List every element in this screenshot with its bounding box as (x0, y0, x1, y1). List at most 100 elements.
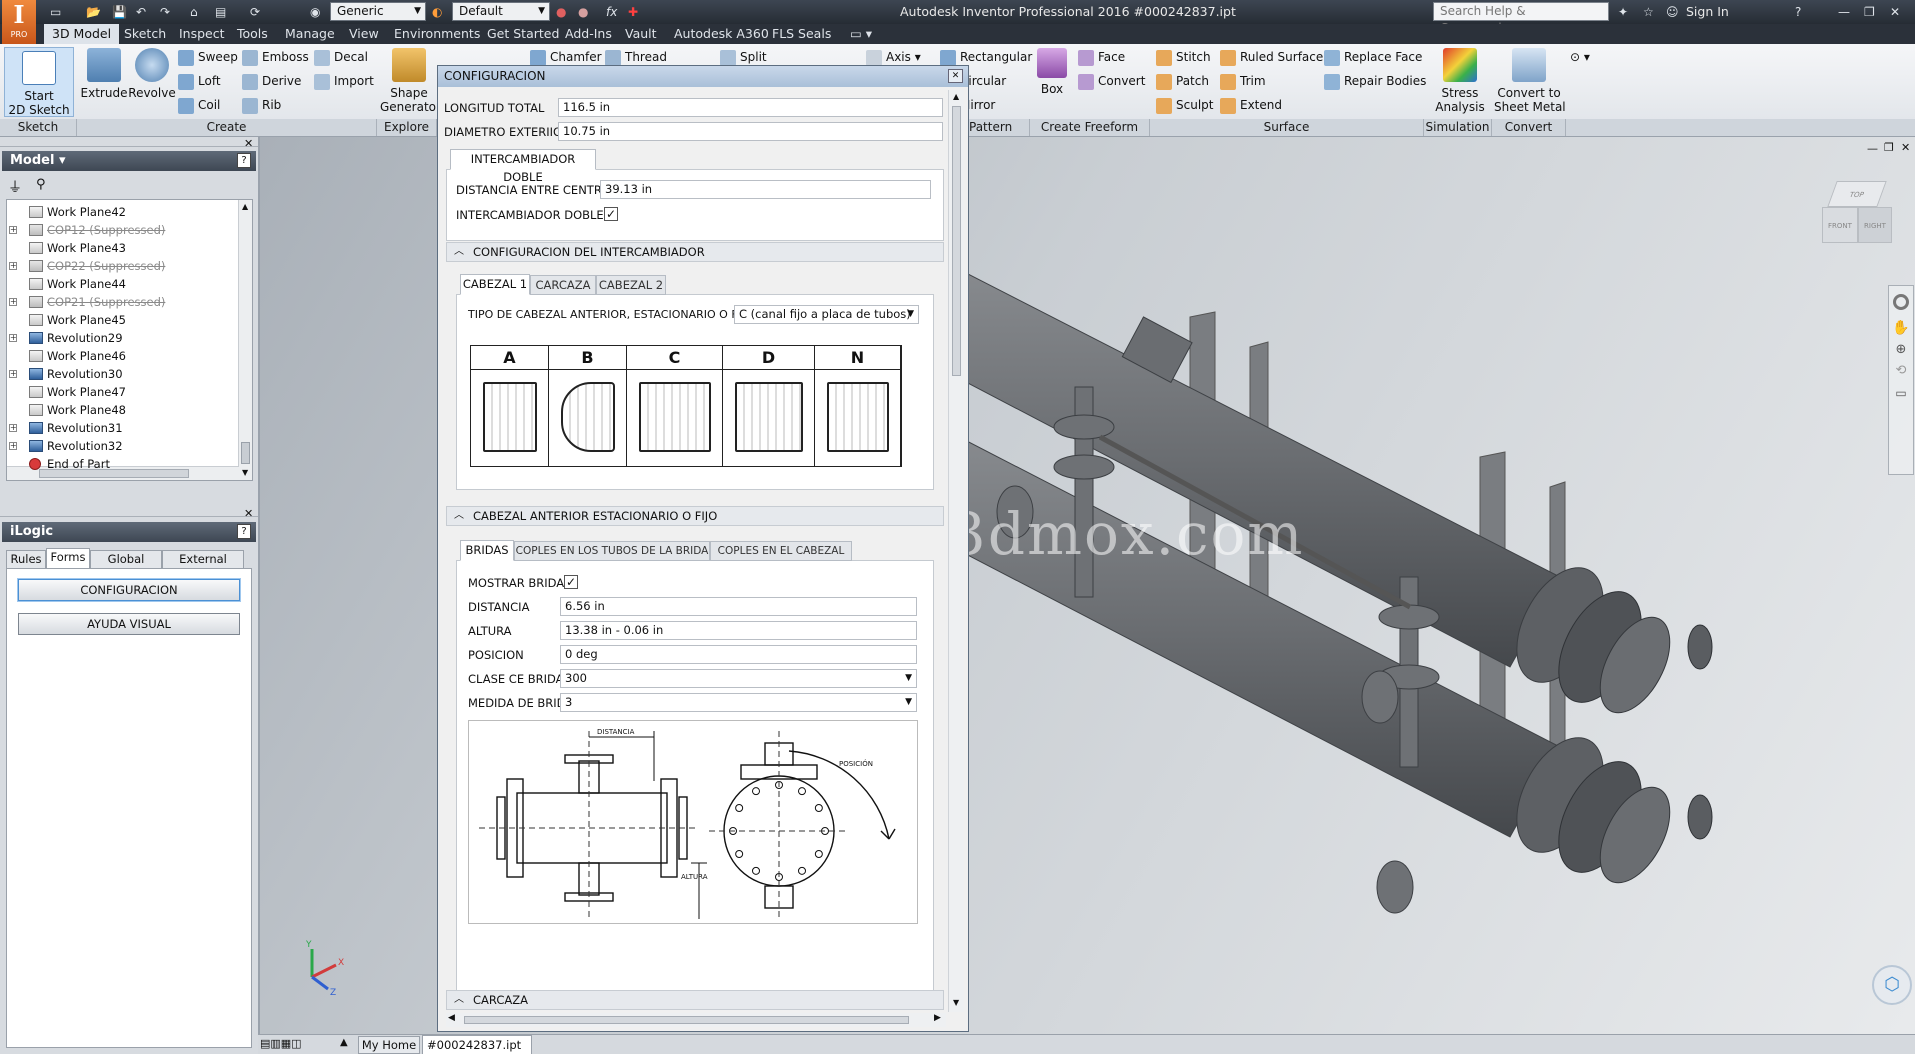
expand-icon[interactable]: + (9, 334, 17, 342)
new-icon[interactable]: ▭ (50, 3, 61, 21)
expand-icon[interactable]: + (9, 226, 17, 234)
open-icon[interactable]: 📂 (86, 3, 101, 21)
extrude-button[interactable]: Extrude (80, 48, 128, 100)
clear-appearance-icon[interactable]: ● (556, 3, 566, 21)
convert-sheet-metal-button[interactable]: Convert to Sheet Metal (1494, 48, 1566, 114)
dialog-vscrollbar[interactable]: ▲ ▼ (948, 90, 964, 1012)
app-logo-button[interactable]: I PRO (2, 0, 36, 44)
tab-inspect[interactable]: Inspect (179, 26, 225, 42)
fx-icon[interactable]: fx (606, 3, 617, 21)
box-button[interactable]: Box (1032, 48, 1072, 96)
ayuda-visual-button[interactable]: AYUDA VISUAL (18, 613, 240, 635)
up-arrow-icon[interactable]: ▲ (953, 92, 959, 101)
tab-add-ins[interactable]: Add-Ins (565, 26, 612, 42)
decal-button[interactable]: Decal (314, 49, 368, 66)
expand-icon[interactable]: + (9, 424, 17, 432)
tab-cabezal-1[interactable]: CABEZAL 1 (460, 274, 530, 295)
stitch-button[interactable]: Stitch (1156, 49, 1211, 66)
tab-view[interactable]: View (349, 26, 379, 42)
posicion-input[interactable]: 0 deg (560, 645, 917, 664)
tab-sketch[interactable]: Sketch (124, 26, 166, 42)
tab-fls-seals[interactable]: FLS Seals (772, 26, 831, 42)
steering-wheel-icon[interactable] (1893, 294, 1909, 310)
model-panel-title[interactable]: Model ▾ (2, 151, 256, 171)
tab-rules[interactable]: Rules (6, 550, 46, 569)
search-input[interactable]: Search Help & Commands... (1433, 2, 1609, 35)
up-arrow-icon[interactable]: ▲ (242, 202, 248, 211)
ribbon-more-button[interactable]: ⊙ ▾ (1570, 49, 1590, 65)
ruled-surface-button[interactable]: Ruled Surface (1220, 49, 1323, 66)
tab-tools[interactable]: Tools (237, 26, 268, 42)
trim-button[interactable]: Trim (1220, 73, 1266, 90)
doble-checkbox[interactable]: ✓ (604, 207, 618, 221)
altura-input[interactable]: 13.38 in - 0.06 in (560, 621, 917, 640)
undo-icon[interactable]: ↶ (136, 3, 146, 21)
tab-bridas[interactable]: BRIDAS (460, 540, 514, 561)
thread-button[interactable]: Thread (605, 49, 667, 66)
section-carcaza-header[interactable]: ︿ CARCAZA (446, 990, 944, 1010)
help-icon[interactable]: ? (1795, 3, 1801, 21)
stress-analysis-button[interactable]: Stress Analysis (1430, 48, 1490, 114)
appearance-combo[interactable]: Default ▼ (452, 2, 550, 21)
tab-3d-model[interactable]: 3D Model (44, 24, 120, 44)
find-icon[interactable]: ⚲ (36, 177, 46, 192)
tab-global-forms[interactable]: Global Forms (90, 550, 162, 583)
tab-external-rules[interactable]: External Rules (162, 550, 244, 583)
repair-bodies-button[interactable]: Repair Bodies (1324, 73, 1426, 90)
scroll-thumb[interactable] (241, 442, 250, 464)
material-combo[interactable]: Generic ▼ (330, 2, 426, 21)
replace-face-button[interactable]: Replace Face (1324, 49, 1422, 66)
convert-button[interactable]: Convert (1078, 73, 1145, 90)
tab-coples-cabezal[interactable]: COPLES EN EL CABEZAL (710, 541, 852, 561)
distancia-input[interactable]: 6.56 in (560, 597, 917, 616)
tree-scrollbar[interactable]: ▲ ▼ (238, 200, 252, 480)
tab-carcaza[interactable]: CARCAZA (530, 275, 596, 295)
viewcube[interactable]: TOP FRONT RIGHT (1820, 181, 1894, 255)
tab-file[interactable]: #000242837.ipt ✕ (422, 1035, 532, 1054)
left-arrow-icon[interactable]: ◀ (448, 1013, 455, 1023)
patch-button[interactable]: Patch (1156, 73, 1209, 90)
rectangular-pattern-button[interactable]: Rectangular (940, 49, 1032, 66)
a360-share-icon[interactable]: ⬡ (1872, 965, 1912, 1005)
tab-cabezal-2[interactable]: CABEZAL 2 (596, 275, 666, 295)
select-icon[interactable]: ▤ (215, 3, 226, 21)
section-config-header[interactable]: ︿ CONFIGURACION DEL INTERCAMBIADOR (446, 242, 944, 262)
expand-icon[interactable]: + (9, 370, 17, 378)
viewport-minimize-icon[interactable]: — (1867, 142, 1878, 155)
tab-manage[interactable]: Manage (285, 26, 335, 42)
orbit-icon[interactable]: ⟲ (1889, 363, 1913, 378)
expand-icon[interactable]: + (9, 442, 17, 450)
filter-icon[interactable]: ⏚ (8, 177, 22, 197)
extend-button[interactable]: Extend (1220, 97, 1282, 114)
distancia-centros-input[interactable]: 39.13 in (600, 180, 931, 199)
revolve-button[interactable]: Revolve (128, 48, 176, 100)
binoculars-icon[interactable]: ✦ (1618, 3, 1628, 21)
tipo-cabezal-select[interactable]: C (canal fijo a placa de tubos) ▼ (734, 305, 919, 324)
tab-get-started[interactable]: Get Started (487, 26, 559, 42)
viewport-close-icon[interactable]: ✕ (1901, 141, 1910, 154)
longitud-input[interactable]: 116.5 in (558, 98, 943, 117)
diametro-input[interactable]: 10.75 in (558, 122, 943, 141)
help-icon[interactable]: ? (237, 153, 251, 168)
start-2d-sketch-button[interactable]: Start 2D Sketch (4, 47, 74, 117)
split-button[interactable]: Split (720, 49, 767, 66)
emboss-button[interactable]: Emboss (242, 49, 309, 66)
dialog-close-button[interactable]: ✕ (948, 69, 963, 83)
face-button[interactable]: Face (1078, 49, 1125, 66)
rib-button[interactable]: Rib (242, 97, 281, 114)
tab-vault[interactable]: Vault (625, 26, 657, 42)
dialog-hscrollbar[interactable]: ◀ ▶ (446, 1013, 946, 1027)
help-icon[interactable]: ? (237, 524, 251, 539)
sculpt-button[interactable]: Sculpt (1156, 97, 1213, 114)
expand-icon[interactable]: + (9, 262, 17, 270)
down-arrow-icon[interactable]: ▼ (953, 998, 959, 1007)
import-button[interactable]: Import (314, 73, 374, 90)
mostrar-bridas-checkbox[interactable]: ✓ (564, 575, 578, 589)
tab-a360[interactable]: Autodesk A360 (674, 26, 769, 42)
close-icon[interactable]: ✕ (244, 137, 253, 150)
section-cabezal-header[interactable]: ︿ CABEZAL ANTERIOR ESTACIONARIO O FIJO (446, 506, 944, 526)
viewcube-front-face[interactable]: FRONT (1822, 207, 1858, 243)
ribbon-options-icon[interactable]: ▭ ▾ (850, 26, 872, 42)
update-icon[interactable]: ⟳ (250, 3, 260, 21)
look-at-icon[interactable]: ▭ (1889, 386, 1913, 400)
